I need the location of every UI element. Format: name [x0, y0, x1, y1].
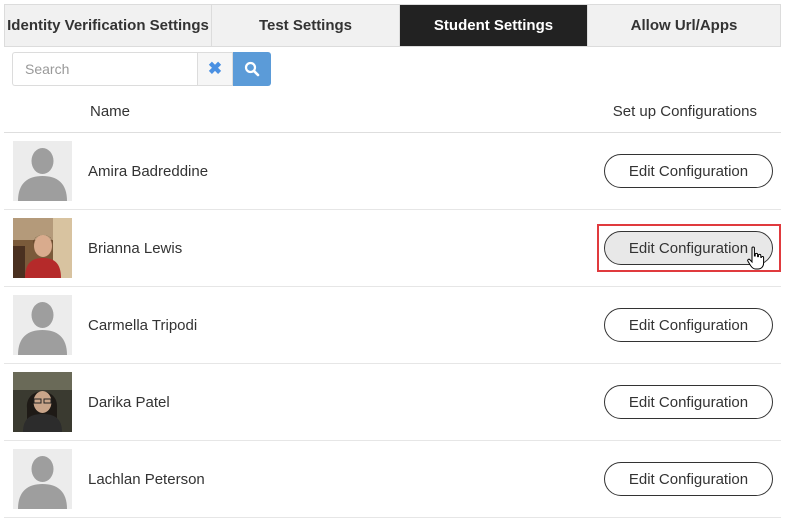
- tab-identity-verification-settings[interactable]: Identity Verification Settings: [5, 5, 212, 46]
- student-name: Darika Patel: [88, 394, 170, 411]
- student-name: Lachlan Peterson: [88, 471, 205, 488]
- student-name: Brianna Lewis: [88, 240, 183, 257]
- table-row: Brianna Lewis Edit Configuration: [4, 210, 781, 287]
- avatar-placeholder: [13, 141, 72, 201]
- settings-tabs: Identity Verification Settings Test Sett…: [4, 4, 781, 47]
- table-header: Name Set up Configurations: [4, 92, 781, 133]
- clear-search-button[interactable]: ✖: [197, 52, 233, 86]
- table-row: Amira Badreddine Edit Configuration: [4, 133, 781, 210]
- column-header-name: Name: [90, 103, 131, 120]
- edit-configuration-button[interactable]: Edit Configuration: [604, 308, 773, 342]
- table-row: Lachlan Peterson Edit Configuration: [4, 441, 781, 518]
- tab-student-settings[interactable]: Student Settings: [400, 5, 588, 46]
- tab-test-settings[interactable]: Test Settings: [212, 5, 400, 46]
- student-name: Amira Badreddine: [88, 163, 209, 180]
- avatar-photo: [13, 218, 72, 278]
- search-input[interactable]: [12, 52, 197, 86]
- edit-configuration-button[interactable]: Edit Configuration: [604, 231, 773, 265]
- close-icon: ✖: [207, 59, 223, 78]
- avatar-placeholder: [13, 449, 72, 509]
- edit-configuration-button[interactable]: Edit Configuration: [604, 385, 773, 419]
- student-name: Carmella Tripodi: [88, 317, 198, 334]
- edit-configuration-button[interactable]: Edit Configuration: [604, 154, 773, 188]
- column-header-configurations: Set up Configurations: [612, 103, 757, 120]
- search-icon: [244, 61, 260, 77]
- avatar-photo: [13, 372, 72, 432]
- edit-configuration-button[interactable]: Edit Configuration: [604, 462, 773, 496]
- search-button[interactable]: [233, 52, 271, 86]
- table-row: Darika Patel Edit Configuration: [4, 364, 781, 441]
- avatar-placeholder: [13, 295, 72, 355]
- search-bar: ✖: [12, 52, 271, 86]
- table-row: Carmella Tripodi Edit Configuration: [4, 287, 781, 364]
- tab-allow-url-apps[interactable]: Allow Url/Apps: [588, 5, 780, 46]
